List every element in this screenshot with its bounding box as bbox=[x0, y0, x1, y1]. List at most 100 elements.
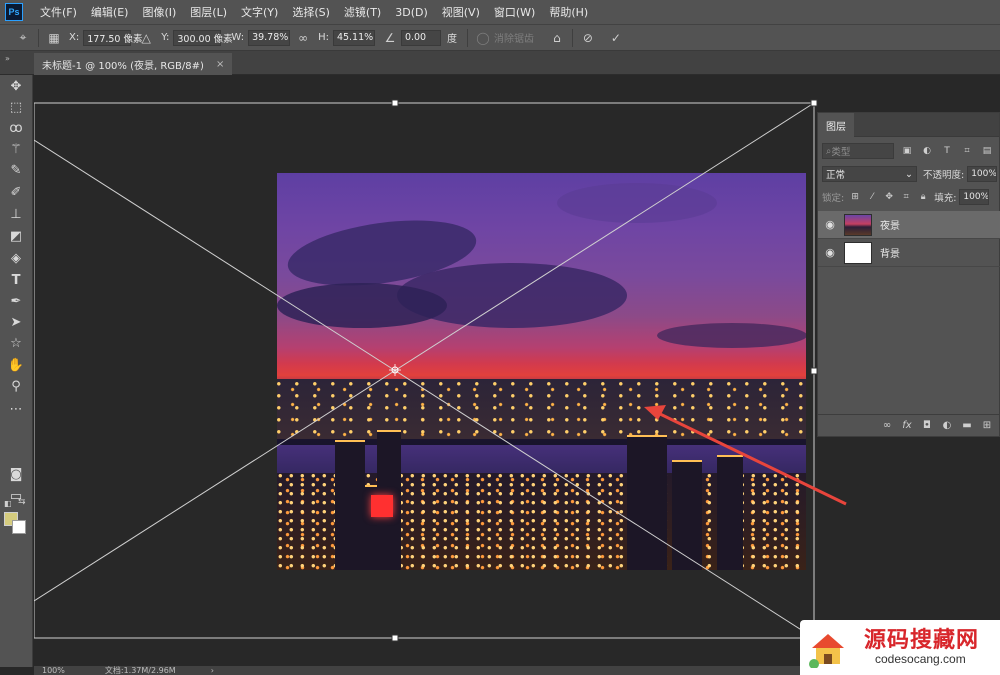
layer-mask-icon[interactable]: ◘ bbox=[917, 420, 937, 431]
tools-panel: ✥ ⬚ ꝏ ⚚ ✎ ✐ ⊥ ◩ ◈ T ✒ ➤ ☆ ✋ ⚲ ⋯ ◧ ⇆ ◙ ▭ bbox=[0, 75, 33, 667]
zoom-level[interactable]: 100% bbox=[42, 666, 65, 675]
cancel-transform-icon[interactable]: ⊘ bbox=[579, 30, 597, 46]
type-filter-icon[interactable]: T bbox=[940, 144, 954, 158]
menu-file[interactable]: 文件(F) bbox=[33, 4, 84, 20]
eraser-tool-icon[interactable]: ◩ bbox=[5, 227, 27, 245]
building bbox=[335, 440, 365, 570]
type-tool-icon[interactable]: T bbox=[5, 271, 27, 289]
filter-type-label: 类型 bbox=[831, 147, 851, 158]
house-logo-icon bbox=[809, 634, 844, 668]
move-tool-icon[interactable]: ✥ bbox=[5, 77, 27, 95]
layer-style-icon[interactable]: fx bbox=[897, 420, 917, 431]
checkbox-icon[interactable]: ◯ bbox=[474, 30, 492, 46]
screen-mode-icon[interactable]: ▭ bbox=[5, 487, 27, 505]
marquee-tool-icon[interactable]: ⬚ bbox=[5, 98, 27, 116]
collapse-chevron-icon[interactable]: » bbox=[5, 54, 10, 63]
height-field[interactable]: 45.11% bbox=[332, 29, 375, 46]
background-color-swatch[interactable] bbox=[12, 520, 26, 534]
link-icon[interactable]: ∞ bbox=[294, 30, 312, 46]
fill-field[interactable]: 100% bbox=[959, 189, 990, 205]
eyedropper-icon[interactable]: ✎ bbox=[5, 161, 27, 179]
eye-icon[interactable]: ◉ bbox=[818, 218, 842, 231]
transform-handle-bottom[interactable] bbox=[391, 634, 399, 642]
transform-handle-top[interactable] bbox=[391, 99, 399, 107]
lock-pixels-icon[interactable]: ⊞ bbox=[848, 190, 862, 204]
brush-tool-icon[interactable]: ✐ bbox=[5, 183, 27, 201]
reference-point-icon[interactable]: ▦ bbox=[45, 30, 63, 46]
menu-window[interactable]: 窗口(W) bbox=[487, 4, 542, 20]
lock-brush-icon[interactable]: ⁄ bbox=[865, 190, 879, 204]
commit-transform-icon[interactable]: ✓ bbox=[607, 30, 625, 46]
more-tools-icon[interactable]: ⋯ bbox=[5, 400, 27, 418]
hand-tool-icon[interactable]: ✋ bbox=[5, 356, 27, 374]
lock-all-icon[interactable]: 🔒︎ bbox=[916, 190, 930, 204]
opacity-field[interactable]: 100% bbox=[967, 166, 998, 182]
antialias-label: 消除锯齿 bbox=[493, 34, 534, 45]
menu-help[interactable]: 帮助(H) bbox=[542, 4, 595, 20]
layer-thumbnail bbox=[844, 213, 872, 236]
paint-bucket-icon[interactable]: ◈ bbox=[5, 249, 27, 267]
h-label: H: bbox=[318, 32, 329, 43]
zoom-tool-icon[interactable]: ⚲ bbox=[5, 377, 27, 395]
document-tab[interactable]: 未标题-1 @ 100% (夜景, RGB/8#) × bbox=[34, 53, 233, 75]
menu-bar: Ps 文件(F) 编辑(E) 图像(I) 图层(L) 文字(Y) 选择(S) 滤… bbox=[0, 0, 1000, 24]
path-select-icon[interactable]: ➤ bbox=[5, 313, 27, 331]
layers-panel-footer: ∞ fx ◘ ◐ ▬ ⊞ bbox=[818, 414, 1000, 436]
building bbox=[672, 460, 702, 570]
adjustment-filter-icon[interactable]: ◐ bbox=[920, 144, 934, 158]
angle-unit: 度 bbox=[446, 34, 457, 45]
new-layer-icon[interactable]: ⊞ bbox=[977, 420, 997, 431]
blend-row: 正常 ⌄ 不透明度: 100% bbox=[818, 164, 1000, 184]
status-chevron-icon[interactable]: › bbox=[211, 666, 214, 675]
menu-filter[interactable]: 滤镜(T) bbox=[337, 4, 388, 20]
pixel-filter-icon[interactable]: ▣ bbox=[900, 144, 914, 158]
menu-edit[interactable]: 编辑(E) bbox=[84, 4, 136, 20]
cloud-shape bbox=[277, 283, 447, 328]
lock-label: 锁定: bbox=[822, 193, 845, 204]
menu-image[interactable]: 图像(I) bbox=[135, 4, 183, 20]
night-city-photo[interactable] bbox=[277, 173, 806, 570]
eye-icon[interactable]: ◉ bbox=[818, 246, 842, 259]
quick-mask-icon[interactable]: ◙ bbox=[5, 465, 27, 483]
pen-tool-icon[interactable]: ✒ bbox=[5, 292, 27, 310]
tab-layers[interactable]: 图层 bbox=[818, 113, 854, 137]
menu-select[interactable]: 选择(S) bbox=[285, 4, 337, 20]
delta-icon[interactable]: △ bbox=[137, 30, 155, 46]
transform-tool-icon[interactable]: ⌖ bbox=[14, 30, 32, 46]
chevron-down-icon: ⌄ bbox=[905, 168, 913, 180]
magic-wand-icon[interactable]: ⚚ bbox=[5, 140, 27, 158]
link-layers-icon[interactable]: ∞ bbox=[877, 420, 897, 431]
menu-view[interactable]: 视图(V) bbox=[435, 4, 487, 20]
document-info: 文档:1.37M/2.96M bbox=[104, 666, 176, 675]
transform-handle-top-right[interactable] bbox=[810, 99, 818, 107]
menu-type[interactable]: 文字(Y) bbox=[234, 4, 285, 20]
close-icon[interactable]: × bbox=[216, 59, 224, 70]
layer-row-background[interactable]: ◉ 背景 bbox=[818, 239, 1000, 267]
y-field[interactable]: 300.00 像素 bbox=[173, 29, 233, 46]
menu-3d[interactable]: 3D(D) bbox=[388, 6, 435, 19]
lasso-tool-icon[interactable]: ꝏ bbox=[5, 119, 27, 137]
lock-position-icon[interactable]: ✥ bbox=[882, 190, 896, 204]
photoshop-window: Ps 文件(F) 编辑(E) 图像(I) 图层(L) 文字(Y) 选择(S) 滤… bbox=[0, 0, 1000, 675]
layer-filter-row: ⌕ 类型 ▣ ◐ T ⌗ ▤ bbox=[818, 141, 1000, 161]
lock-artboard-icon[interactable]: ⌗ bbox=[899, 190, 913, 204]
layer-filter-dropdown[interactable]: ⌕ 类型 bbox=[822, 143, 894, 159]
shape-tool-icon[interactable]: ☆ bbox=[5, 334, 27, 352]
blend-mode-select[interactable]: 正常 ⌄ bbox=[822, 166, 917, 182]
document-tab-title: 未标题-1 @ 100% (夜景, RGB/8#) bbox=[42, 60, 204, 72]
building bbox=[717, 455, 743, 570]
watermark: 源码搜藏网 codesocang.com bbox=[800, 620, 1000, 675]
layer-row-night[interactable]: ◉ 夜景 bbox=[818, 211, 1000, 239]
shape-filter-icon[interactable]: ⌗ bbox=[960, 144, 974, 158]
x-field[interactable]: 177.50 像素 bbox=[83, 29, 143, 46]
stamp-tool-icon[interactable]: ⊥ bbox=[5, 205, 27, 223]
x-label: X: bbox=[69, 32, 80, 43]
divider bbox=[38, 28, 39, 47]
adjustment-layer-icon[interactable]: ◐ bbox=[937, 420, 957, 431]
angle-field[interactable]: 0.00 bbox=[400, 29, 441, 46]
warp-icon[interactable]: ⌂ bbox=[548, 30, 566, 46]
menu-layer[interactable]: 图层(L) bbox=[183, 4, 234, 20]
new-group-icon[interactable]: ▬ bbox=[957, 420, 977, 431]
width-field[interactable]: 39.78% bbox=[248, 29, 291, 46]
smart-object-filter-icon[interactable]: ▤ bbox=[980, 144, 994, 158]
